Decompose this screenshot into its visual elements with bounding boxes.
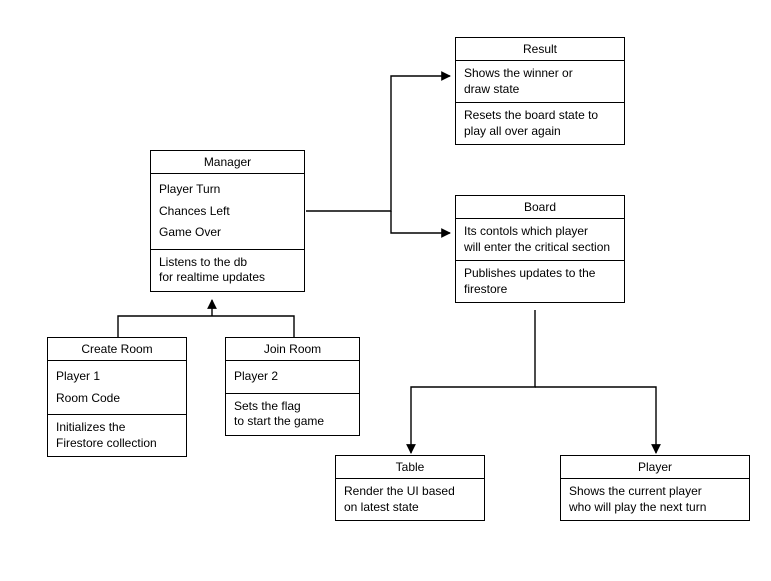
- node-title: Player: [561, 456, 749, 479]
- node-title: Board: [456, 196, 624, 219]
- diagram-canvas: Manager Player Turn Chances Left Game Ov…: [0, 0, 771, 581]
- node-title: Join Room: [226, 338, 359, 361]
- node-board: Board Its contols which player will ente…: [455, 195, 625, 303]
- node-title: Create Room: [48, 338, 186, 361]
- node-result: Result Shows the winner or draw state Re…: [455, 37, 625, 145]
- attr-game-over: Game Over: [159, 222, 296, 244]
- node-attributes: Player 1 Room Code: [48, 361, 186, 415]
- node-note: Its contols which player will enter the …: [456, 219, 624, 261]
- node-title: Result: [456, 38, 624, 61]
- node-note: Shows the winner or draw state: [456, 61, 624, 103]
- node-note: Initializes the Firestore collection: [48, 415, 186, 456]
- attr-player-turn: Player Turn: [159, 179, 296, 201]
- node-note: Sets the flag to start the game: [226, 394, 359, 435]
- node-title: Manager: [151, 151, 304, 174]
- attr-room-code: Room Code: [56, 388, 178, 410]
- node-attributes: Player 2: [226, 361, 359, 394]
- node-attributes: Player Turn Chances Left Game Over: [151, 174, 304, 250]
- attr-player-2: Player 2: [234, 366, 351, 388]
- node-title: Table: [336, 456, 484, 479]
- node-manager: Manager Player Turn Chances Left Game Ov…: [150, 150, 305, 292]
- node-player: Player Shows the current player who will…: [560, 455, 750, 521]
- attr-player-1: Player 1: [56, 366, 178, 388]
- node-create-room: Create Room Player 1 Room Code Initializ…: [47, 337, 187, 457]
- node-note: Render the UI based on latest state: [336, 479, 484, 520]
- attr-chances-left: Chances Left: [159, 201, 296, 223]
- node-note: Publishes updates to the firestore: [456, 261, 624, 302]
- node-join-room: Join Room Player 2 Sets the flag to star…: [225, 337, 360, 436]
- node-note: Resets the board state to play all over …: [456, 103, 624, 144]
- node-note: Listens to the db for realtime updates: [151, 250, 304, 291]
- node-note: Shows the current player who will play t…: [561, 479, 749, 520]
- node-table: Table Render the UI based on latest stat…: [335, 455, 485, 521]
